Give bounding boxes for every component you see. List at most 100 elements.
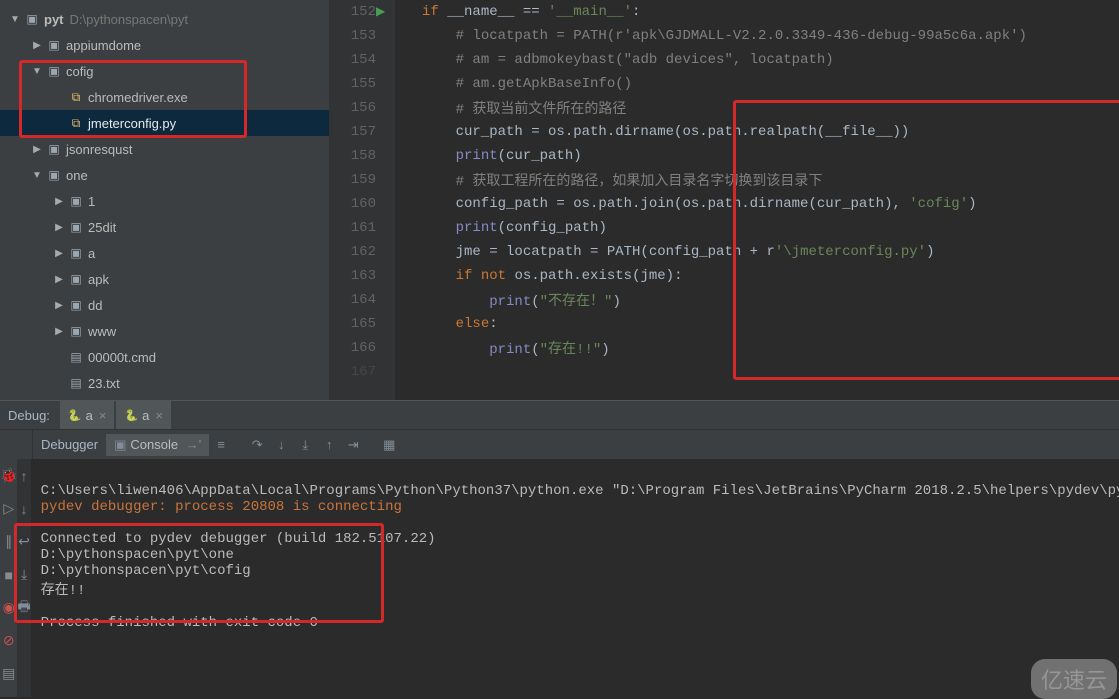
code-line[interactable]: 154 # am = adbmokeybast("adb devices", l… — [330, 48, 1119, 72]
tree-label: jmeterconfig.py — [88, 116, 176, 131]
tree-item-00000t-cmd[interactable]: ▤00000t.cmd — [0, 344, 329, 370]
tree-item-a[interactable]: ▣a — [0, 240, 329, 266]
tree-item-chromedriver-exe[interactable]: ⧉chromedriver.exe — [0, 84, 329, 110]
tree-item-jmeterconfig-py[interactable]: ⧉ jmeterconfig.py — [0, 110, 329, 136]
resume-icon[interactable]: ▷ — [0, 492, 17, 525]
console-tab[interactable]: ▣Console →' — [106, 434, 209, 456]
mute-breakpoints-icon[interactable]: ⊘ — [0, 624, 17, 657]
tree-root[interactable]: ▣ pyt D:\pythonspacen\pyt — [0, 6, 329, 32]
evaluate-icon[interactable]: ▦ — [377, 437, 401, 453]
code-text: # am = adbmokeybast("adb devices", locat… — [390, 52, 834, 68]
line-number: 164 — [330, 292, 390, 308]
tree-label: dd — [88, 298, 102, 313]
step-into-my-icon[interactable]: ⤓ — [293, 437, 317, 453]
folder-icon: ▣ — [46, 141, 62, 157]
code-line[interactable]: 163 if not os.path.exists(jme): — [330, 264, 1119, 288]
code-line[interactable]: 159 # 获取工程所在的路径，如果加入目录名字切换到该目录下 — [330, 168, 1119, 192]
folder-icon: ▣ — [68, 245, 84, 261]
folder-icon: ▣ — [68, 323, 84, 339]
code-line[interactable]: 157 cur_path = os.path.dirname(os.path.r… — [330, 120, 1119, 144]
project-tree[interactable]: ▣ pyt D:\pythonspacen\pyt ▣appiumdome▣co… — [0, 0, 330, 400]
root-label: pyt — [44, 12, 64, 27]
debug-label: Debug: — [0, 408, 58, 423]
code-line[interactable]: 162 jme = locatpath = PATH(config_path +… — [330, 240, 1119, 264]
chevron-down-icon[interactable] — [30, 170, 44, 181]
line-number: 165 — [330, 316, 390, 332]
tree-item-25dit[interactable]: ▣25dit — [0, 214, 329, 240]
code-line[interactable]: 160 config_path = os.path.join(os.path.d… — [330, 192, 1119, 216]
close-icon[interactable]: × — [155, 408, 163, 423]
code-line[interactable]: 166 print("存在!!") — [330, 336, 1119, 360]
code-line[interactable]: 156 # 获取当前文件所在的路径 — [330, 96, 1119, 120]
print-icon[interactable]: 🖶 — [17, 591, 30, 624]
chevron-right-icon[interactable] — [52, 222, 66, 233]
debug-run-tab-1[interactable]: 🐍 a × — [60, 401, 115, 429]
folder-icon: ▣ — [46, 37, 62, 53]
view-breakpoints-icon[interactable]: ◉ — [0, 591, 17, 624]
folder-icon: ▣ — [24, 11, 40, 27]
tree-item-cofig[interactable]: ▣ cofig — [0, 58, 329, 84]
chevron-right-icon[interactable] — [52, 248, 66, 259]
console-line: D:\pythonspacen\pyt\cofig — [41, 563, 251, 579]
debugger-tab[interactable]: Debugger — [33, 434, 106, 455]
list-icon[interactable]: ≡ — [209, 437, 233, 452]
folder-icon: ▣ — [46, 63, 62, 79]
code-line[interactable]: 158 print(cur_path) — [330, 144, 1119, 168]
code-line[interactable]: 153 # locatpath = PATH(r'apk\GJDMALL-V2.… — [330, 24, 1119, 48]
tree-item-apk[interactable]: ▣apk — [0, 266, 329, 292]
code-text: print(cur_path) — [390, 148, 582, 164]
code-line[interactable]: 152if __name__ == '__main__': — [330, 0, 1119, 24]
tree-item-dd[interactable]: ▣dd — [0, 292, 329, 318]
chevron-down-icon[interactable] — [8, 14, 22, 25]
tree-item-appiumdome[interactable]: ▣appiumdome — [0, 32, 329, 58]
scroll-end-icon[interactable]: ⤓ — [17, 558, 30, 591]
code-line[interactable]: 165 else: — [330, 312, 1119, 336]
step-over-icon[interactable]: ↷ — [245, 437, 269, 453]
tree-item-one[interactable]: ▣ one — [0, 162, 329, 188]
chevron-right-icon[interactable] — [52, 196, 66, 207]
tree-label: chromedriver.exe — [88, 90, 188, 105]
chevron-right-icon[interactable] — [52, 274, 66, 285]
code-editor[interactable]: ▶ 152if __name__ == '__main__':153 # loc… — [330, 0, 1119, 400]
code-line[interactable]: 161 print(config_path) — [330, 216, 1119, 240]
chevron-down-icon[interactable] — [30, 66, 44, 77]
stop-icon[interactable]: ■ — [0, 558, 17, 591]
tree-item-www[interactable]: ▣ www — [0, 318, 329, 344]
console-output[interactable]: C:\Users\liwen406\AppData\Local\Programs… — [31, 459, 1119, 697]
chevron-right-icon[interactable] — [52, 300, 66, 311]
console-line: D:\pythonspacen\pyt\one — [41, 547, 234, 563]
code-text: print("存在!!") — [390, 338, 610, 358]
down-icon[interactable]: ↓ — [17, 492, 30, 525]
pause-icon[interactable]: ∥ — [0, 525, 17, 558]
folder-icon: ▣ — [68, 219, 84, 235]
soft-wrap-icon[interactable]: ↩ — [17, 525, 30, 558]
code-text: config_path = os.path.join(os.path.dirna… — [390, 196, 977, 212]
tree-item-23-txt[interactable]: ▤23.txt — [0, 370, 329, 396]
chevron-right-icon[interactable] — [30, 40, 44, 51]
bug-icon[interactable]: 🐞 — [0, 459, 17, 492]
tree-label: one — [66, 168, 88, 183]
up-icon[interactable]: ↑ — [17, 459, 30, 492]
chevron-right-icon[interactable] — [52, 326, 66, 337]
step-into-icon[interactable]: ↓ — [269, 437, 293, 452]
code-text: if not os.path.exists(jme): — [390, 268, 682, 284]
console-left-toolbar: ↑ ↓ ↩ ⤓ 🖶 — [17, 459, 30, 697]
chevron-right-icon[interactable] — [30, 144, 44, 155]
python-icon: 🐍 — [124, 409, 138, 422]
code-text: else: — [390, 316, 498, 332]
run-to-cursor-icon[interactable]: ⇥ — [341, 437, 365, 453]
tree-item-1[interactable]: ▣1 — [0, 188, 329, 214]
run-tab-label: a — [86, 408, 93, 423]
tree-label: cofig — [66, 64, 93, 79]
debug-run-tab-2[interactable]: 🐍 a × — [116, 401, 171, 429]
step-out-icon[interactable]: ↑ — [317, 437, 341, 452]
close-icon[interactable]: × — [99, 408, 107, 423]
tree-item-jsonresqust[interactable]: ▣jsonresqust — [0, 136, 329, 162]
code-line[interactable]: 164 print("不存在！") — [330, 288, 1119, 312]
tree-label: www — [88, 324, 116, 339]
python-file-icon: ⧉ — [68, 115, 84, 131]
code-line[interactable]: 155 # am.getApkBaseInfo() — [330, 72, 1119, 96]
code-text: print("不存在！") — [390, 290, 621, 310]
folder-icon: ▣ — [46, 167, 62, 183]
settings-icon[interactable]: ▤ — [0, 657, 17, 690]
